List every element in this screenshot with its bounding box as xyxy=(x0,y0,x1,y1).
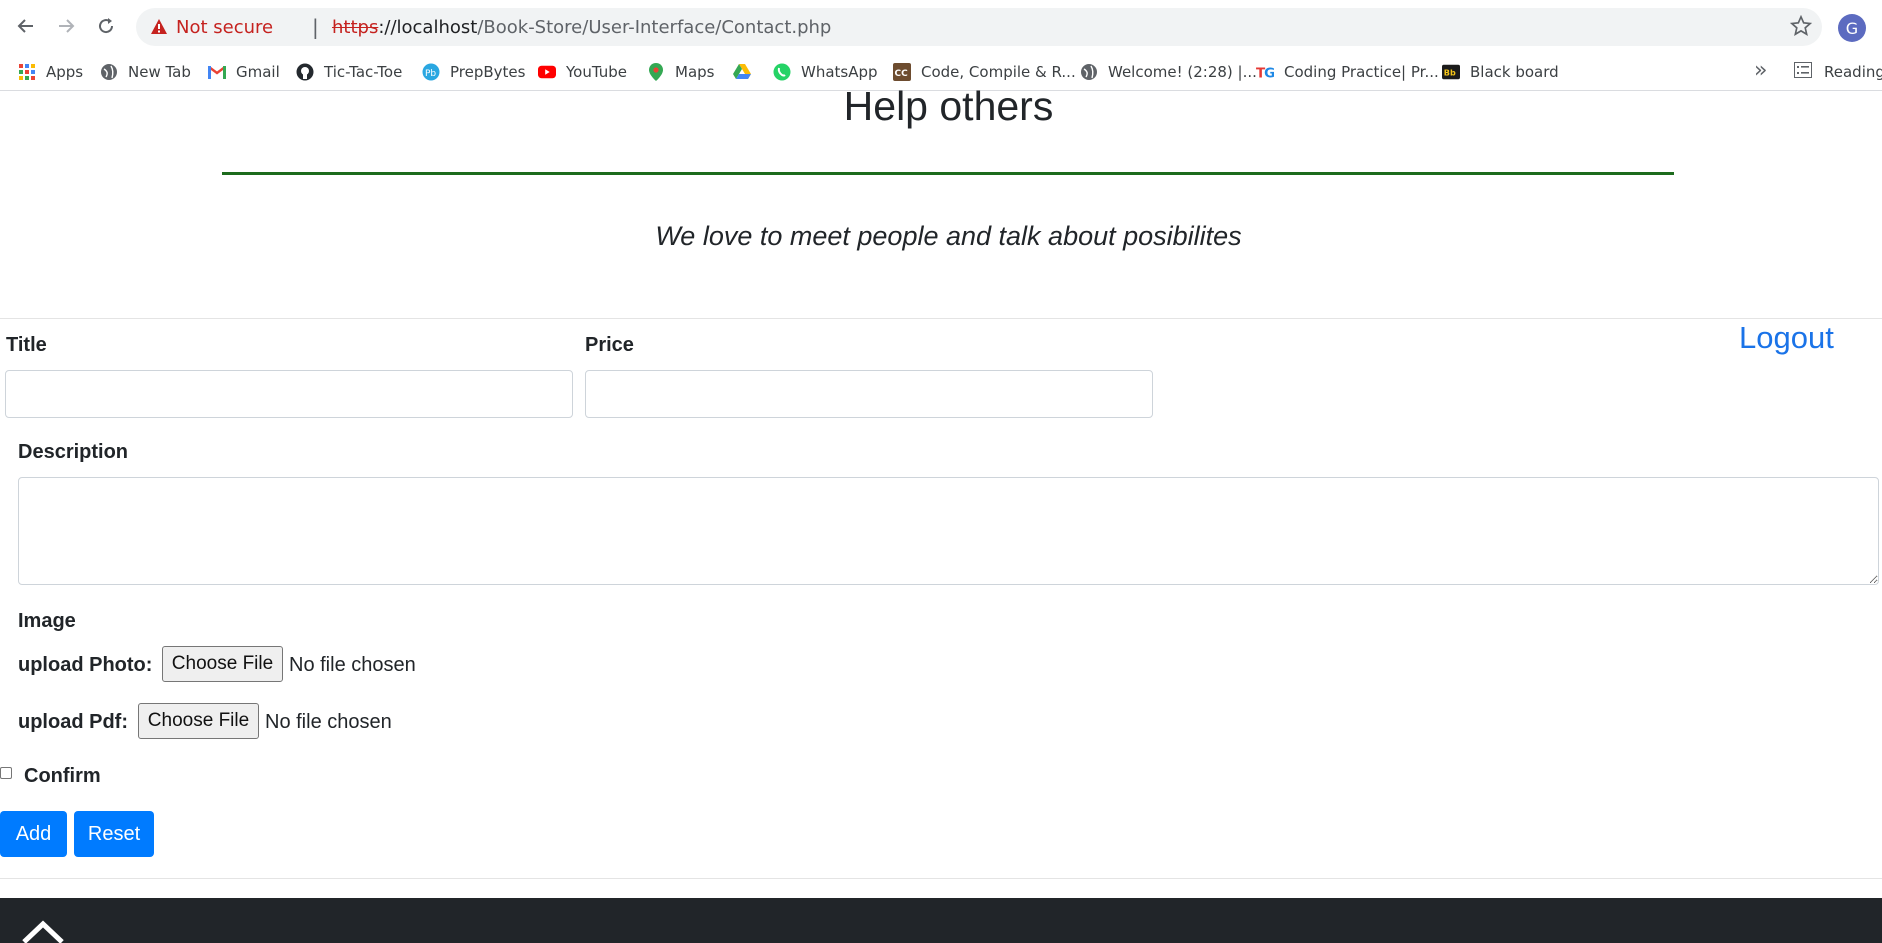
bookmark-label: Black board xyxy=(1470,63,1559,81)
maps-pin-icon xyxy=(647,63,665,81)
gmail-icon xyxy=(208,63,226,81)
bookmark-label: WhatsApp xyxy=(801,63,878,81)
title-divider xyxy=(222,172,1674,175)
github-icon xyxy=(296,63,314,81)
address-bar[interactable]: Not secure | https://localhost/Book-Stor… xyxy=(136,8,1822,46)
confirm-checkbox[interactable] xyxy=(0,767,12,779)
page-tagline: We love to meet people and talk about po… xyxy=(655,221,1242,251)
image-label: Image xyxy=(18,610,76,632)
svg-text:CC: CC xyxy=(895,69,909,79)
forward-button[interactable] xyxy=(52,12,80,40)
cc-icon: CC xyxy=(893,63,911,81)
bookmark-label: PrepBytes xyxy=(450,63,526,81)
bookmark-label: Maps xyxy=(675,63,715,81)
upload-photo-label: upload Photo: xyxy=(18,654,153,676)
svg-text:G: G xyxy=(1264,65,1274,81)
bookmark-label: New Tab xyxy=(128,63,191,81)
google-drive-icon xyxy=(733,63,751,81)
section-divider xyxy=(0,318,1882,319)
reading-list-label: Reading xyxy=(1824,63,1882,81)
title-label: Title xyxy=(6,334,47,356)
blackboard-icon: Bb xyxy=(1442,63,1460,81)
footer-divider xyxy=(0,878,1882,879)
logout-link[interactable]: Logout xyxy=(1739,320,1834,356)
confirm-label: Confirm xyxy=(24,765,101,787)
bookmark-label: Coding Practice| Pr... xyxy=(1284,63,1439,81)
url-host: ://localhost xyxy=(378,17,478,38)
svg-text:Pb: Pb xyxy=(425,69,436,79)
add-button[interactable]: Add xyxy=(0,811,67,857)
bookmark-star-icon[interactable] xyxy=(1790,15,1812,37)
prepbytes-icon: Pb xyxy=(422,63,440,81)
globe-icon xyxy=(100,63,118,81)
price-input[interactable] xyxy=(585,370,1153,418)
svg-text:Bb: Bb xyxy=(1444,68,1456,78)
reload-icon xyxy=(99,18,114,34)
apps-grid-icon xyxy=(18,63,36,81)
address-separator: | xyxy=(312,15,319,39)
security-status-text[interactable]: Not secure xyxy=(176,17,273,38)
warning-icon xyxy=(151,19,167,34)
bookmark-label: Welcome! (2:28) |... xyxy=(1108,63,1257,81)
reading-list-icon xyxy=(1794,62,1812,82)
whatsapp-icon xyxy=(773,63,791,81)
description-textarea[interactable] xyxy=(18,477,1879,585)
description-label: Description xyxy=(18,441,129,463)
reset-button[interactable]: Reset xyxy=(74,811,154,857)
price-label: Price xyxy=(585,334,634,356)
globe-icon xyxy=(1080,63,1098,81)
upload-pdf-label: upload Pdf: xyxy=(18,711,128,733)
back-arrow-icon xyxy=(17,19,33,33)
browser-toolbar: Not secure | https://localhost/Book-Stor… xyxy=(0,0,1882,54)
choose-pdf-button[interactable]: Choose File xyxy=(138,703,259,739)
title-input[interactable] xyxy=(5,370,573,418)
bookmark-label: Code, Compile & R... xyxy=(921,63,1076,81)
chevron-up-icon[interactable] xyxy=(20,918,66,943)
bookmark-label: Tic-Tac-Toe xyxy=(324,63,403,81)
profile-avatar[interactable]: G xyxy=(1838,14,1866,42)
url-scheme: https xyxy=(332,17,379,38)
photo-file-status: No file chosen xyxy=(289,654,416,676)
back-button[interactable] xyxy=(12,12,40,40)
choose-photo-button[interactable]: Choose File xyxy=(162,646,283,682)
reload-button[interactable] xyxy=(92,12,120,40)
youtube-icon xyxy=(538,63,556,81)
page-title: Help others xyxy=(843,83,1054,129)
url-path: /Book-Store/User-Interface/Contact.php xyxy=(477,17,832,38)
bookmarks-overflow-chevron[interactable]: » xyxy=(1754,58,1767,83)
bookmark-label: Apps xyxy=(46,63,84,81)
bookmark-label: Gmail xyxy=(236,63,280,81)
bookmark-label: YouTube xyxy=(566,63,627,81)
forward-arrow-icon xyxy=(59,19,75,33)
tg-icon: TG xyxy=(1256,63,1274,81)
page-footer xyxy=(0,898,1882,943)
pdf-file-status: No file chosen xyxy=(265,711,392,733)
url-text[interactable]: https://localhost/Book-Store/User-Interf… xyxy=(332,17,831,38)
